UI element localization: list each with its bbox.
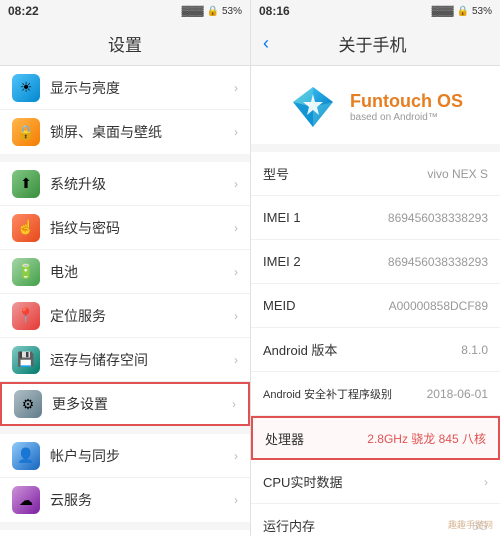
- more-arrow: ›: [232, 397, 236, 411]
- ram-key: 运行内存: [263, 516, 315, 535]
- display-arrow: ›: [234, 81, 238, 95]
- about-item-processor: 处理器 2.8GHz 骁龙 845 八核: [251, 416, 500, 460]
- display-icon: ☀: [12, 74, 40, 102]
- funtouch-text: Funtouch OS based on Android™: [350, 91, 463, 123]
- right-battery-icon: 53%: [472, 6, 492, 17]
- lock-icon: 🔒: [12, 118, 40, 146]
- about-list: 型号 vivo NEX S IMEI 1 869456038338293 IME…: [251, 152, 500, 536]
- settings-item-system[interactable]: ⬆ 系统升级 ›: [0, 162, 250, 206]
- settings-item-more[interactable]: ⚙ 更多设置 ›: [0, 382, 250, 426]
- system-icon: ⬆: [12, 170, 40, 198]
- settings-group-2: ⬆ 系统升级 › ☝ 指纹与密码 › 🔋 电池 › 📍 定位服务 ›: [0, 162, 250, 426]
- storage-icon: 💾: [12, 346, 40, 374]
- meid-key: MEID: [263, 298, 296, 313]
- imei1-key: IMEI 1: [263, 210, 301, 225]
- meid-value: A00000858DCF89: [296, 299, 489, 313]
- settings-item-battery[interactable]: 🔋 电池 ›: [0, 250, 250, 294]
- funtouch-name: Funtouch OS: [350, 91, 463, 112]
- cpu-arrow: ›: [484, 475, 488, 489]
- finger-icon: ☝: [12, 214, 40, 242]
- battery-label: 电池: [50, 262, 234, 282]
- finger-label: 指纹与密码: [50, 218, 234, 238]
- security-value: 2018-06-01: [392, 387, 488, 401]
- right-time: 08:16: [259, 4, 290, 18]
- battery-arrow: ›: [234, 265, 238, 279]
- battery-icon-left: 53%: [222, 6, 242, 17]
- cloud-arrow: ›: [234, 493, 238, 507]
- about-title: 关于手机: [277, 31, 488, 56]
- cpu-key: CPU实时数据: [263, 472, 342, 491]
- about-item-model: 型号 vivo NEX S: [251, 152, 500, 196]
- model-value: vivo NEX S: [289, 167, 488, 181]
- funtouch-banner: Funtouch OS based on Android™: [251, 66, 500, 152]
- system-label: 系统升级: [50, 174, 234, 194]
- system-arrow: ›: [234, 177, 238, 191]
- android-key: Android 版本: [263, 340, 337, 359]
- about-title-bar: ‹ 关于手机: [251, 22, 500, 66]
- back-button[interactable]: ‹: [263, 33, 269, 54]
- location-arrow: ›: [234, 309, 238, 323]
- location-label: 定位服务: [50, 306, 234, 326]
- about-item-security: Android 安全补丁程序级别 2018-06-01: [251, 372, 500, 416]
- finger-arrow: ›: [234, 221, 238, 235]
- imei2-value: 869456038338293: [301, 255, 488, 269]
- settings-item-account[interactable]: 👤 帐户与同步 ›: [0, 434, 250, 478]
- lock-arrow: ›: [234, 125, 238, 139]
- settings-item-cloud[interactable]: ☁ 云服务 ›: [0, 478, 250, 522]
- ram-value: 8G: [315, 519, 488, 533]
- android-value: 8.1.0: [337, 343, 488, 357]
- left-time: 08:22: [8, 4, 39, 18]
- right-panel: 08:16 ▓▓▓ 🔒 53% ‹ 关于手机: [250, 0, 500, 536]
- settings-title: 设置: [108, 31, 142, 56]
- settings-item-finger[interactable]: ☝ 指纹与密码 ›: [0, 206, 250, 250]
- security-key: Android 安全补丁程序级别: [263, 386, 392, 402]
- right-status-icons: ▓▓▓ 🔒 53%: [432, 6, 492, 17]
- more-label: 更多设置: [52, 394, 232, 414]
- location-icon: 📍: [12, 302, 40, 330]
- account-arrow: ›: [234, 449, 238, 463]
- cloud-label: 云服务: [50, 490, 234, 510]
- imei2-key: IMEI 2: [263, 254, 301, 269]
- processor-key: 处理器: [265, 429, 304, 448]
- right-signal-icon: ▓▓▓: [432, 6, 454, 17]
- funtouch-logo-icon: [288, 82, 338, 132]
- right-wifi-icon: 🔒: [457, 6, 469, 17]
- wifi-icon: 🔒: [207, 6, 219, 17]
- funtouch-sub: based on Android™: [350, 112, 463, 123]
- settings-group-1: ☀ 显示与亮度 › 🔒 锁屏、桌面与壁纸 ›: [0, 66, 250, 154]
- storage-arrow: ›: [234, 353, 238, 367]
- main-container: 08:22 ▓▓▓ 🔒 53% 设置 ☀ 显示与亮度 › 🔒 锁屏、桌面与壁纸: [0, 0, 500, 536]
- processor-value: 2.8GHz 骁龙 845 八核: [304, 430, 486, 447]
- imei1-value: 869456038338293: [301, 211, 488, 225]
- left-status-bar: 08:22 ▓▓▓ 🔒 53%: [0, 0, 250, 22]
- battery-setting-icon: 🔋: [12, 258, 40, 286]
- about-item-ram: 运行内存 8G: [251, 504, 500, 536]
- about-item-cpu[interactable]: CPU实时数据 ›: [251, 460, 500, 504]
- settings-title-bar: 设置: [0, 22, 250, 66]
- cloud-icon: ☁: [12, 486, 40, 514]
- display-label: 显示与亮度: [50, 78, 234, 98]
- right-status-bar: 08:16 ▓▓▓ 🔒 53%: [251, 0, 500, 22]
- more-icon: ⚙: [14, 390, 42, 418]
- model-key: 型号: [263, 164, 289, 183]
- storage-label: 运存与储存空间: [50, 350, 234, 370]
- settings-item-display[interactable]: ☀ 显示与亮度 ›: [0, 66, 250, 110]
- about-item-meid: MEID A00000858DCF89: [251, 284, 500, 328]
- account-icon: 👤: [12, 442, 40, 470]
- settings-item-phone[interactable]: 📞 电话 ›: [0, 530, 250, 536]
- left-status-icons: ▓▓▓ 🔒 53%: [182, 6, 242, 17]
- settings-item-storage[interactable]: 💾 运存与储存空间 ›: [0, 338, 250, 382]
- about-item-imei1: IMEI 1 869456038338293: [251, 196, 500, 240]
- signal-icon: ▓▓▓: [182, 6, 204, 17]
- settings-item-location[interactable]: 📍 定位服务 ›: [0, 294, 250, 338]
- account-label: 帐户与同步: [50, 446, 234, 466]
- settings-list: ☀ 显示与亮度 › 🔒 锁屏、桌面与壁纸 › ⬆ 系统升级 › ☝: [0, 66, 250, 536]
- about-item-android: Android 版本 8.1.0: [251, 328, 500, 372]
- lock-label: 锁屏、桌面与壁纸: [50, 122, 234, 142]
- about-item-imei2: IMEI 2 869456038338293: [251, 240, 500, 284]
- left-panel: 08:22 ▓▓▓ 🔒 53% 设置 ☀ 显示与亮度 › 🔒 锁屏、桌面与壁纸: [0, 0, 250, 536]
- settings-group-4: 📞 电话 › 👥 联系人 › 💬 信息 › 🖼 相册 ›: [0, 530, 250, 536]
- settings-item-lock[interactable]: 🔒 锁屏、桌面与壁纸 ›: [0, 110, 250, 154]
- settings-group-3: 👤 帐户与同步 › ☁ 云服务 ›: [0, 434, 250, 522]
